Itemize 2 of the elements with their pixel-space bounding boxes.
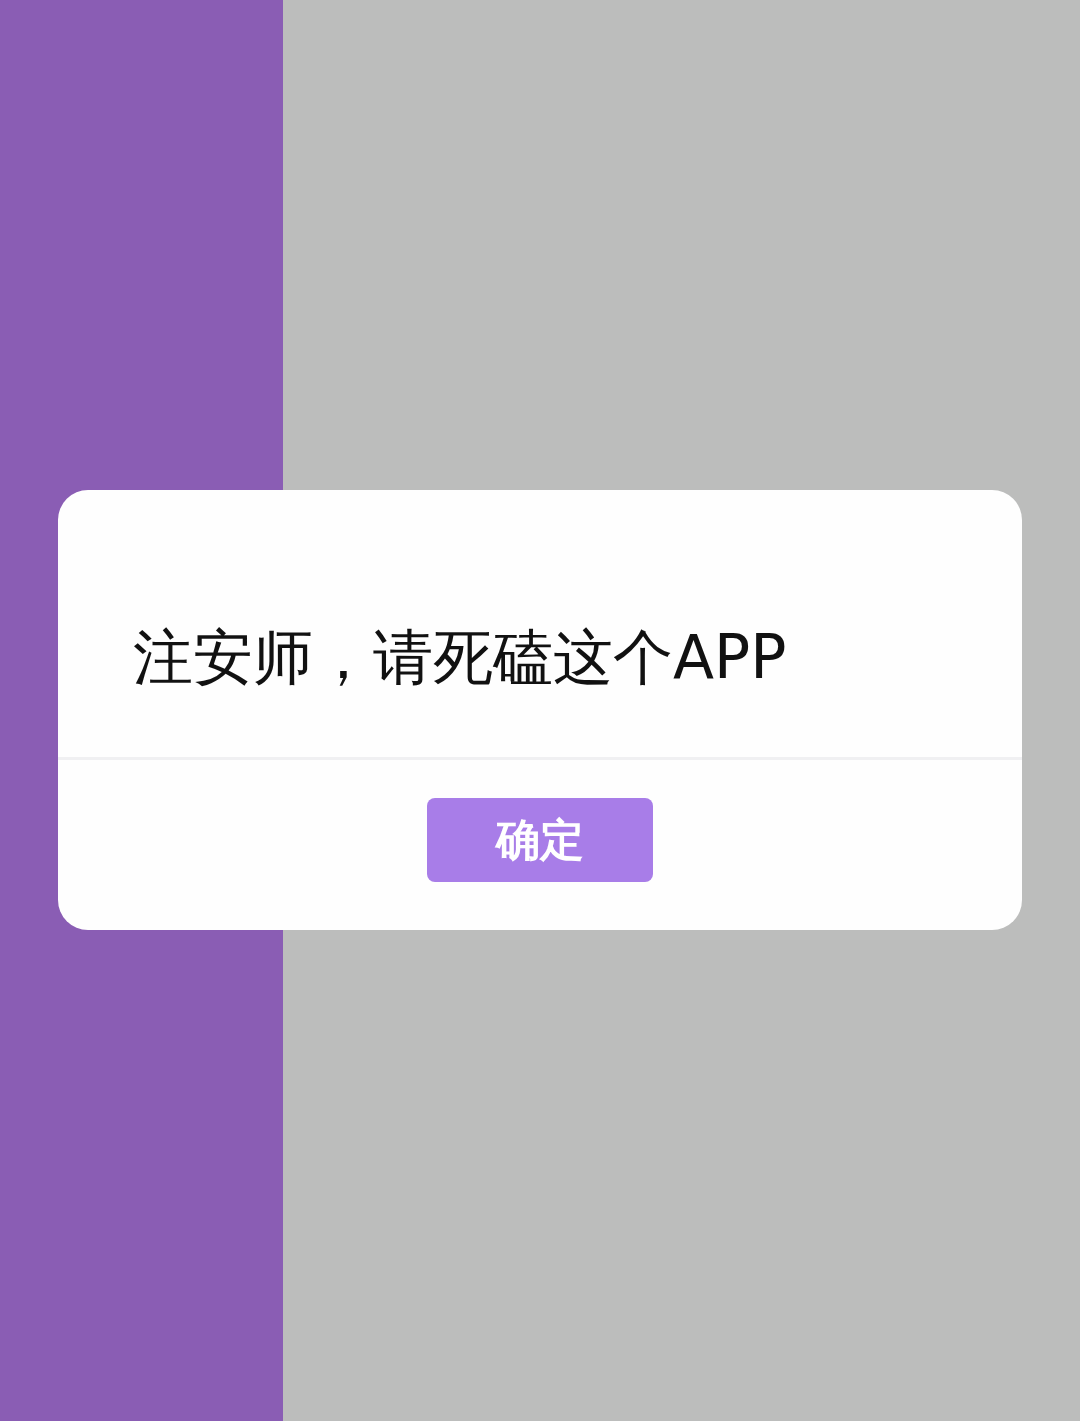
confirm-button[interactable]: 确定 <box>427 798 653 882</box>
dialog-message: 注安师，请死磕这个APP <box>133 621 787 694</box>
